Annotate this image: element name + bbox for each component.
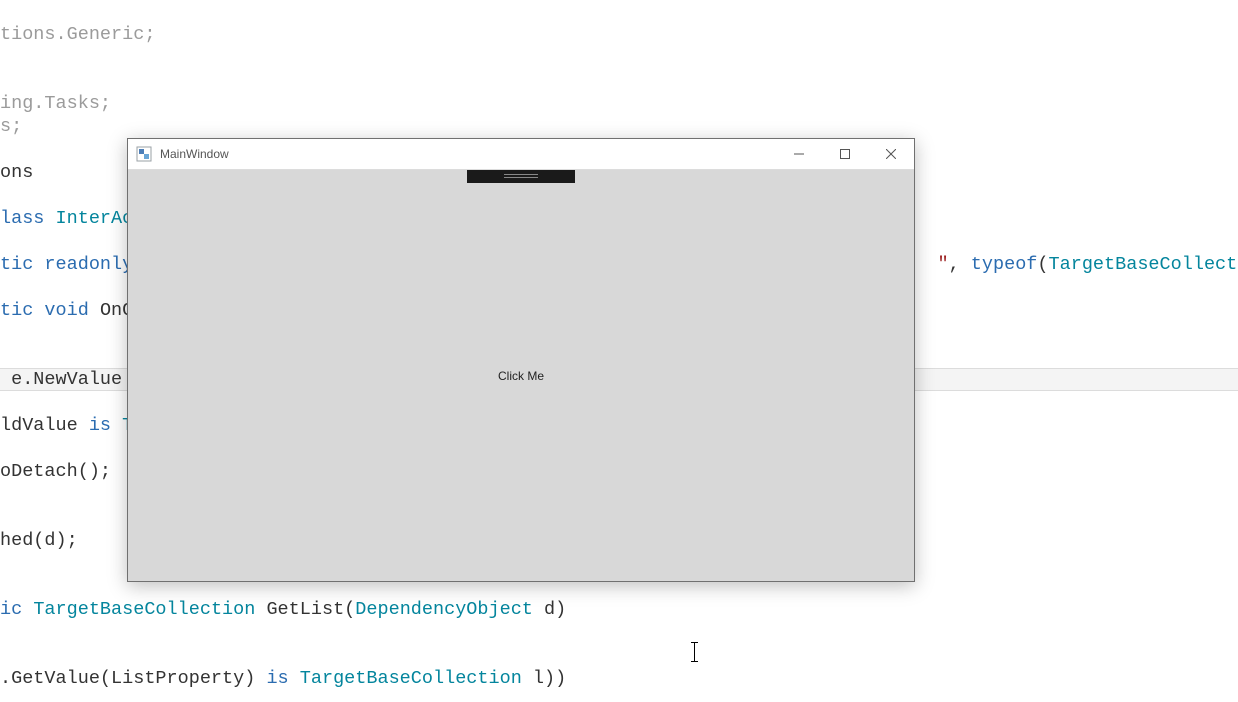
- code-text: oDetach();: [0, 461, 111, 482]
- code-text: l)): [533, 668, 566, 689]
- text-caret: [694, 642, 695, 662]
- code-text: lass: [0, 208, 56, 229]
- app-icon: [136, 146, 152, 162]
- code-text: is: [89, 415, 122, 436]
- code-text: tic: [0, 254, 44, 275]
- code-text: TargetBaseCollection: [33, 599, 266, 620]
- code-text: GetList(: [266, 599, 355, 620]
- code-text: is: [266, 668, 299, 689]
- code-text: ing.Tasks;: [0, 93, 111, 114]
- code-text: d): [544, 599, 566, 620]
- click-me-button[interactable]: Click Me: [498, 369, 544, 383]
- code-text: ons: [0, 162, 33, 183]
- code-text: tions.Generic;: [0, 24, 155, 45]
- maximize-button[interactable]: [822, 139, 868, 169]
- window-title: MainWindow: [160, 147, 229, 161]
- code-text: TargetBaseCollection: [300, 668, 533, 689]
- code-text: s;: [0, 116, 22, 137]
- top-grip-handle[interactable]: [467, 170, 575, 183]
- close-button[interactable]: [868, 139, 914, 169]
- code-text: void: [44, 300, 100, 321]
- window-client-area: Click Me: [128, 170, 914, 581]
- code-text: tic: [0, 300, 44, 321]
- code-text: (: [1037, 254, 1048, 275]
- code-text: typeof: [971, 254, 1038, 275]
- window-titlebar[interactable]: MainWindow: [128, 139, 914, 170]
- code-text: ic: [0, 599, 33, 620]
- code-text: ": [937, 254, 948, 275]
- code-text: hed(d);: [0, 530, 78, 551]
- window-controls: [776, 139, 914, 169]
- code-text: TargetBaseCollection: [1049, 254, 1238, 275]
- code-text: ,: [949, 254, 971, 275]
- app-window: MainWindow Click Me: [127, 138, 915, 582]
- code-text: e.NewValue: [0, 369, 133, 390]
- code-text: .GetValue(ListProperty): [0, 668, 266, 689]
- minimize-button[interactable]: [776, 139, 822, 169]
- code-text: ldValue: [0, 415, 89, 436]
- titlebar-drag-region[interactable]: [229, 139, 776, 169]
- code-text: DependencyObject: [355, 599, 544, 620]
